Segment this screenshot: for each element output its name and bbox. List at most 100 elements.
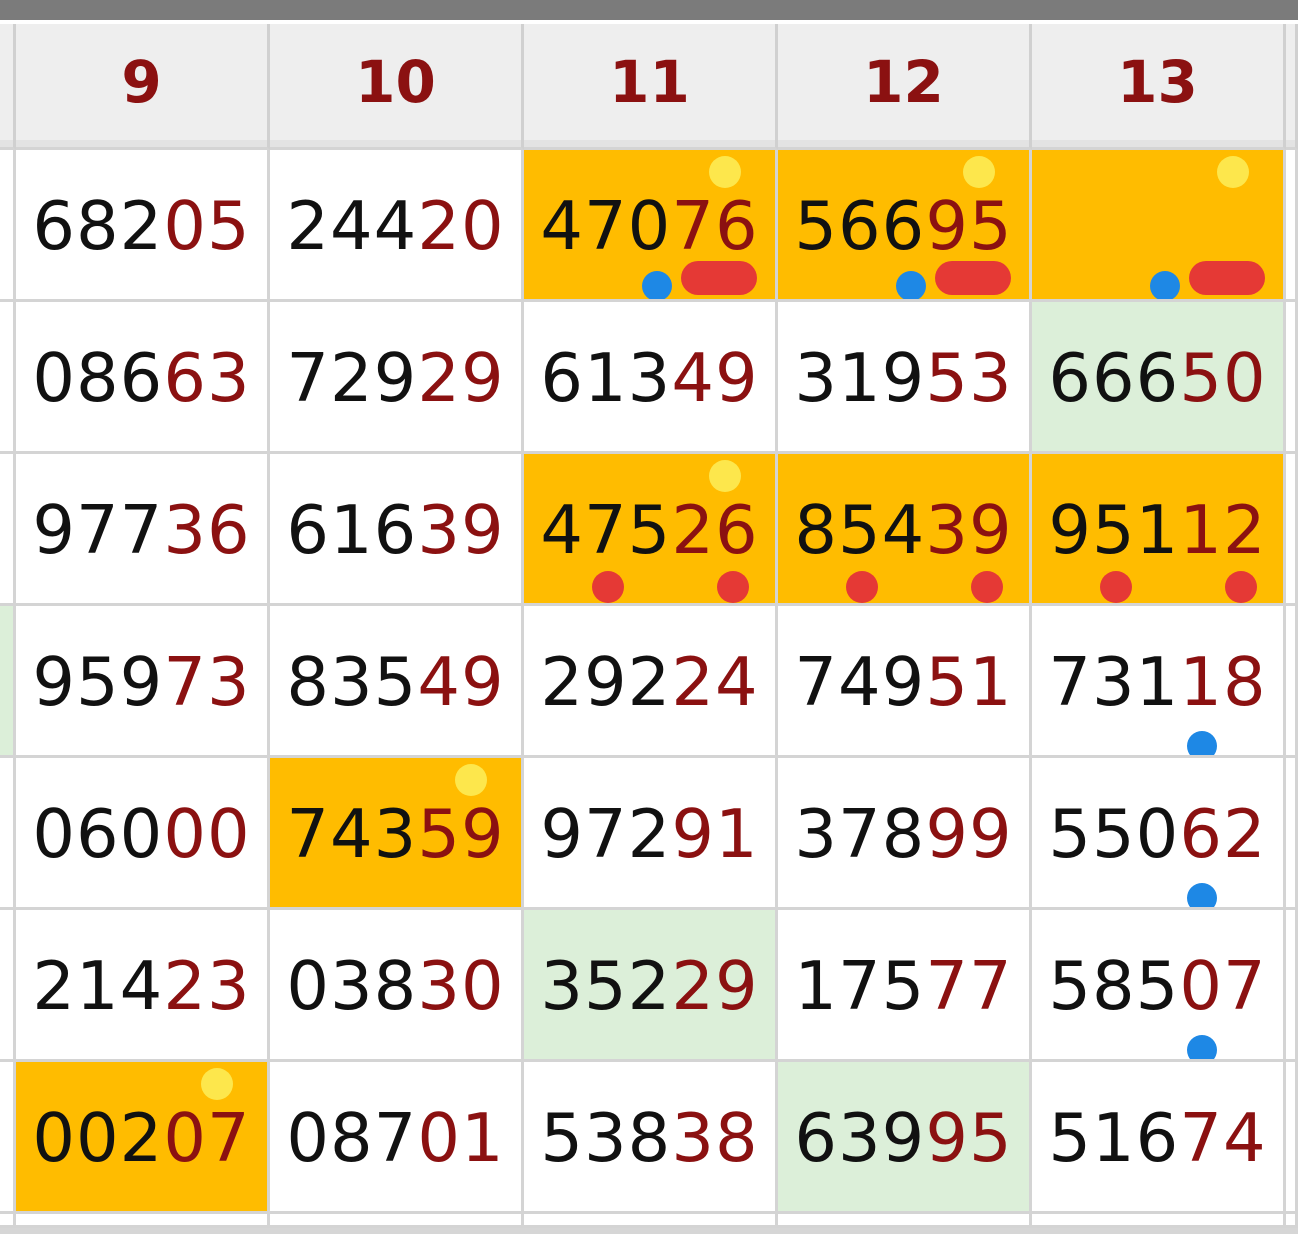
number-tail: 63	[163, 339, 251, 417]
number-tail: 49	[417, 643, 505, 721]
number-tail: 53	[925, 339, 1013, 417]
grid-cell[interactable]: 97736	[16, 454, 270, 606]
grid-cell[interactable]: 03830	[270, 910, 524, 1062]
column-header-4[interactable]: 12	[778, 24, 1032, 140]
header-divider	[270, 140, 524, 150]
row-edge-left	[0, 758, 16, 910]
grid-cell[interactable]: 56695	[778, 150, 1032, 302]
number-tail: 51	[925, 643, 1013, 721]
grid-cell[interactable]: 63995	[778, 1062, 1032, 1214]
yellow-dot-mark	[709, 460, 741, 492]
grid-cell[interactable]: 73118	[1032, 606, 1286, 758]
grid-cell[interactable]: 06000	[16, 758, 270, 910]
grid-cell[interactable]: 61639	[270, 454, 524, 606]
grid-cell[interactable]: 68205	[16, 150, 270, 302]
cell-number: 08701	[286, 1105, 504, 1172]
number-head: 319	[794, 339, 926, 417]
cell-number: 24420	[286, 193, 504, 260]
grid-cell[interactable]: 74359	[270, 758, 524, 910]
grid-cell[interactable]	[1032, 150, 1286, 302]
number-tail: 01	[417, 1099, 505, 1177]
grid-cell[interactable]: 55062	[1032, 758, 1286, 910]
header-divider	[1032, 140, 1286, 150]
partial-next-row	[270, 1214, 524, 1228]
header-edge-left	[0, 24, 16, 140]
number-head: 175	[794, 947, 926, 1025]
grid-cell[interactable]: 21423	[16, 910, 270, 1062]
grid-cell[interactable]: 72929	[270, 302, 524, 454]
grid-cell[interactable]: 35229	[524, 910, 778, 1062]
number-tail: 24	[671, 643, 759, 721]
header-divider	[524, 140, 778, 150]
grid-cell[interactable]: 47076	[524, 150, 778, 302]
number-head: 038	[286, 947, 418, 1025]
yellow-dot-mark	[455, 764, 487, 796]
grid-cell[interactable]: 83549	[270, 606, 524, 758]
grid-cell[interactable]: 85439	[778, 454, 1032, 606]
grid-cell[interactable]: 24420	[270, 150, 524, 302]
row-edge-right	[1286, 606, 1298, 758]
number-tail: 29	[671, 947, 759, 1025]
cell-number: 00207	[32, 1105, 250, 1172]
grid-cell[interactable]: 95112	[1032, 454, 1286, 606]
grid-cell[interactable]: 97291	[524, 758, 778, 910]
grid-cell[interactable]: 58507	[1032, 910, 1286, 1062]
grid-cell[interactable]: 53838	[524, 1062, 778, 1214]
red-dot-mark	[717, 571, 749, 603]
number-head: 244	[286, 187, 418, 265]
row-edge-left	[0, 910, 16, 1062]
cell-number: 53838	[540, 1105, 758, 1172]
grid-cell[interactable]: 61349	[524, 302, 778, 454]
number-tail: 18	[1179, 643, 1267, 721]
grid-cell[interactable]: 29224	[524, 606, 778, 758]
cell-number: 68205	[32, 193, 250, 260]
cell-number: 74951	[794, 649, 1012, 716]
number-tail: 29	[417, 339, 505, 417]
cell-number: 35229	[540, 953, 758, 1020]
red-dot-mark	[971, 571, 1003, 603]
cell-number: 08663	[32, 345, 250, 412]
grid-cell[interactable]: 47526	[524, 454, 778, 606]
partial-next-row	[1286, 1214, 1298, 1228]
grid-cell[interactable]: 31953	[778, 302, 1032, 454]
number-tail: 50	[1179, 339, 1267, 417]
grid-cell[interactable]: 51674	[1032, 1062, 1286, 1214]
grid-cell[interactable]: 00207	[16, 1062, 270, 1214]
column-header-3[interactable]: 11	[524, 24, 778, 140]
column-header-label: 11	[609, 48, 690, 116]
partial-next-row	[778, 1214, 1032, 1228]
column-header-2[interactable]: 10	[270, 24, 524, 140]
grid-cell[interactable]: 08663	[16, 302, 270, 454]
number-head: 378	[794, 795, 926, 873]
grid-cell[interactable]: 95973	[16, 606, 270, 758]
grid-cell[interactable]: 37899	[778, 758, 1032, 910]
grid-cell[interactable]: 74951	[778, 606, 1032, 758]
number-tail: 74	[1179, 1099, 1267, 1177]
number-head: 002	[32, 1099, 164, 1177]
red-dot-mark	[592, 571, 624, 603]
cell-number: 51674	[1048, 1105, 1266, 1172]
row-edge-left	[0, 1062, 16, 1214]
grid-cell[interactable]: 66650	[1032, 302, 1286, 454]
number-tail: 49	[671, 339, 759, 417]
red-dot-mark	[1225, 571, 1257, 603]
grid-cell[interactable]: 08701	[270, 1062, 524, 1214]
partial-next-row	[524, 1214, 778, 1228]
cell-number: 55062	[1048, 801, 1266, 868]
yellow-dot-mark	[1217, 156, 1249, 188]
partial-next-row	[16, 1214, 270, 1228]
column-header-5[interactable]: 13	[1032, 24, 1286, 140]
cell-number: 72929	[286, 345, 504, 412]
number-head: 470	[540, 187, 672, 265]
grid-cell[interactable]: 17577	[778, 910, 1032, 1062]
cell-number: 37899	[794, 801, 1012, 868]
number-head: 214	[32, 947, 164, 1025]
blue-dot-mark	[1187, 1035, 1217, 1059]
number-tail: 39	[417, 491, 505, 569]
number-head: 475	[540, 491, 672, 569]
column-header-label: 12	[863, 48, 944, 116]
row-edge-right	[1286, 302, 1298, 454]
column-header-1[interactable]: 9	[16, 24, 270, 140]
number-head: 666	[1048, 339, 1180, 417]
number-head: 516	[1048, 1099, 1180, 1177]
